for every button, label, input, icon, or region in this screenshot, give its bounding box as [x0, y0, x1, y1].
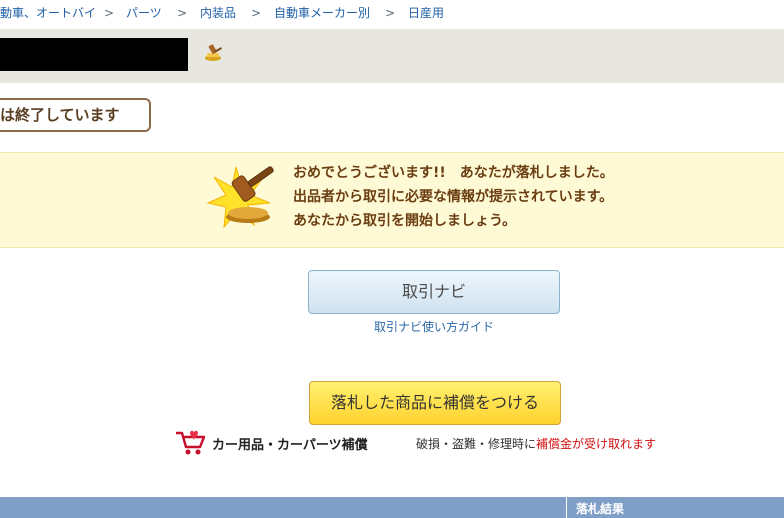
title-bar [0, 29, 784, 83]
shopping-cart-heart-icon [174, 429, 208, 461]
breadcrumb-item-maker[interactable]: 自動車メーカー別 [274, 0, 370, 26]
breadcrumb-item-parts[interactable]: パーツ [126, 0, 162, 26]
congrats-line-won: おめでとうございます!! あなたが落札しました。 [293, 165, 614, 181]
congrats-panel: おめでとうございます!! あなたが落札しました。 出品者から取引に必要な情報が提… [0, 152, 784, 248]
congrats-message: おめでとうございます!! あなたが落札しました。 出品者から取引に必要な情報が提… [293, 161, 614, 233]
auction-gavel-icon [204, 44, 224, 62]
result-header-bar: 落札結果 [0, 497, 784, 518]
congrats-line-info: 出品者から取引に必要な情報が提示されています。 [293, 189, 614, 205]
redacted-title [0, 38, 188, 71]
car-parts-compensation-label[interactable]: カー用品・カーパーツ補償 [212, 434, 368, 453]
auction-ended-badge: は終了しています [0, 98, 151, 132]
breadcrumb-separator: > [104, 6, 115, 20]
add-compensation-button[interactable]: 落札した商品に補償をつける [309, 381, 561, 425]
breadcrumb-item-nissan[interactable]: 日産用 [408, 0, 444, 26]
result-header-label: 落札結果 [576, 502, 625, 516]
congrats-line-start: あなたから取引を開始しましょう。 [293, 213, 517, 229]
breadcrumb-item-interior[interactable]: 内装品 [200, 0, 236, 26]
gavel-icon [206, 165, 286, 239]
compensation-description: 破損・盗難・修理時に補償金が受け取れます [416, 435, 656, 452]
breadcrumb-item-motorcycle[interactable]: 動車、オートバイ [0, 0, 96, 26]
breadcrumb-separator: > [385, 6, 396, 20]
auction-page: 動車、オートバイ > パーツ > 内装品 > 自動車メーカー別 > 日産用 は終… [0, 0, 784, 518]
trade-navi-guide-link[interactable]: 取引ナビ使い方ガイド [308, 318, 560, 335]
breadcrumb: 動車、オートバイ > パーツ > 内装品 > 自動車メーカー別 > 日産用 [0, 0, 784, 29]
breadcrumb-separator: > [251, 6, 262, 20]
compensation-desc-highlight: 補償金が受け取れます [536, 437, 657, 451]
breadcrumb-separator: > [177, 6, 188, 20]
trade-navi-button[interactable]: 取引ナビ [308, 270, 560, 314]
column-divider [566, 497, 567, 518]
compensation-desc-prefix: 破損・盗難・修理時に [416, 437, 537, 451]
